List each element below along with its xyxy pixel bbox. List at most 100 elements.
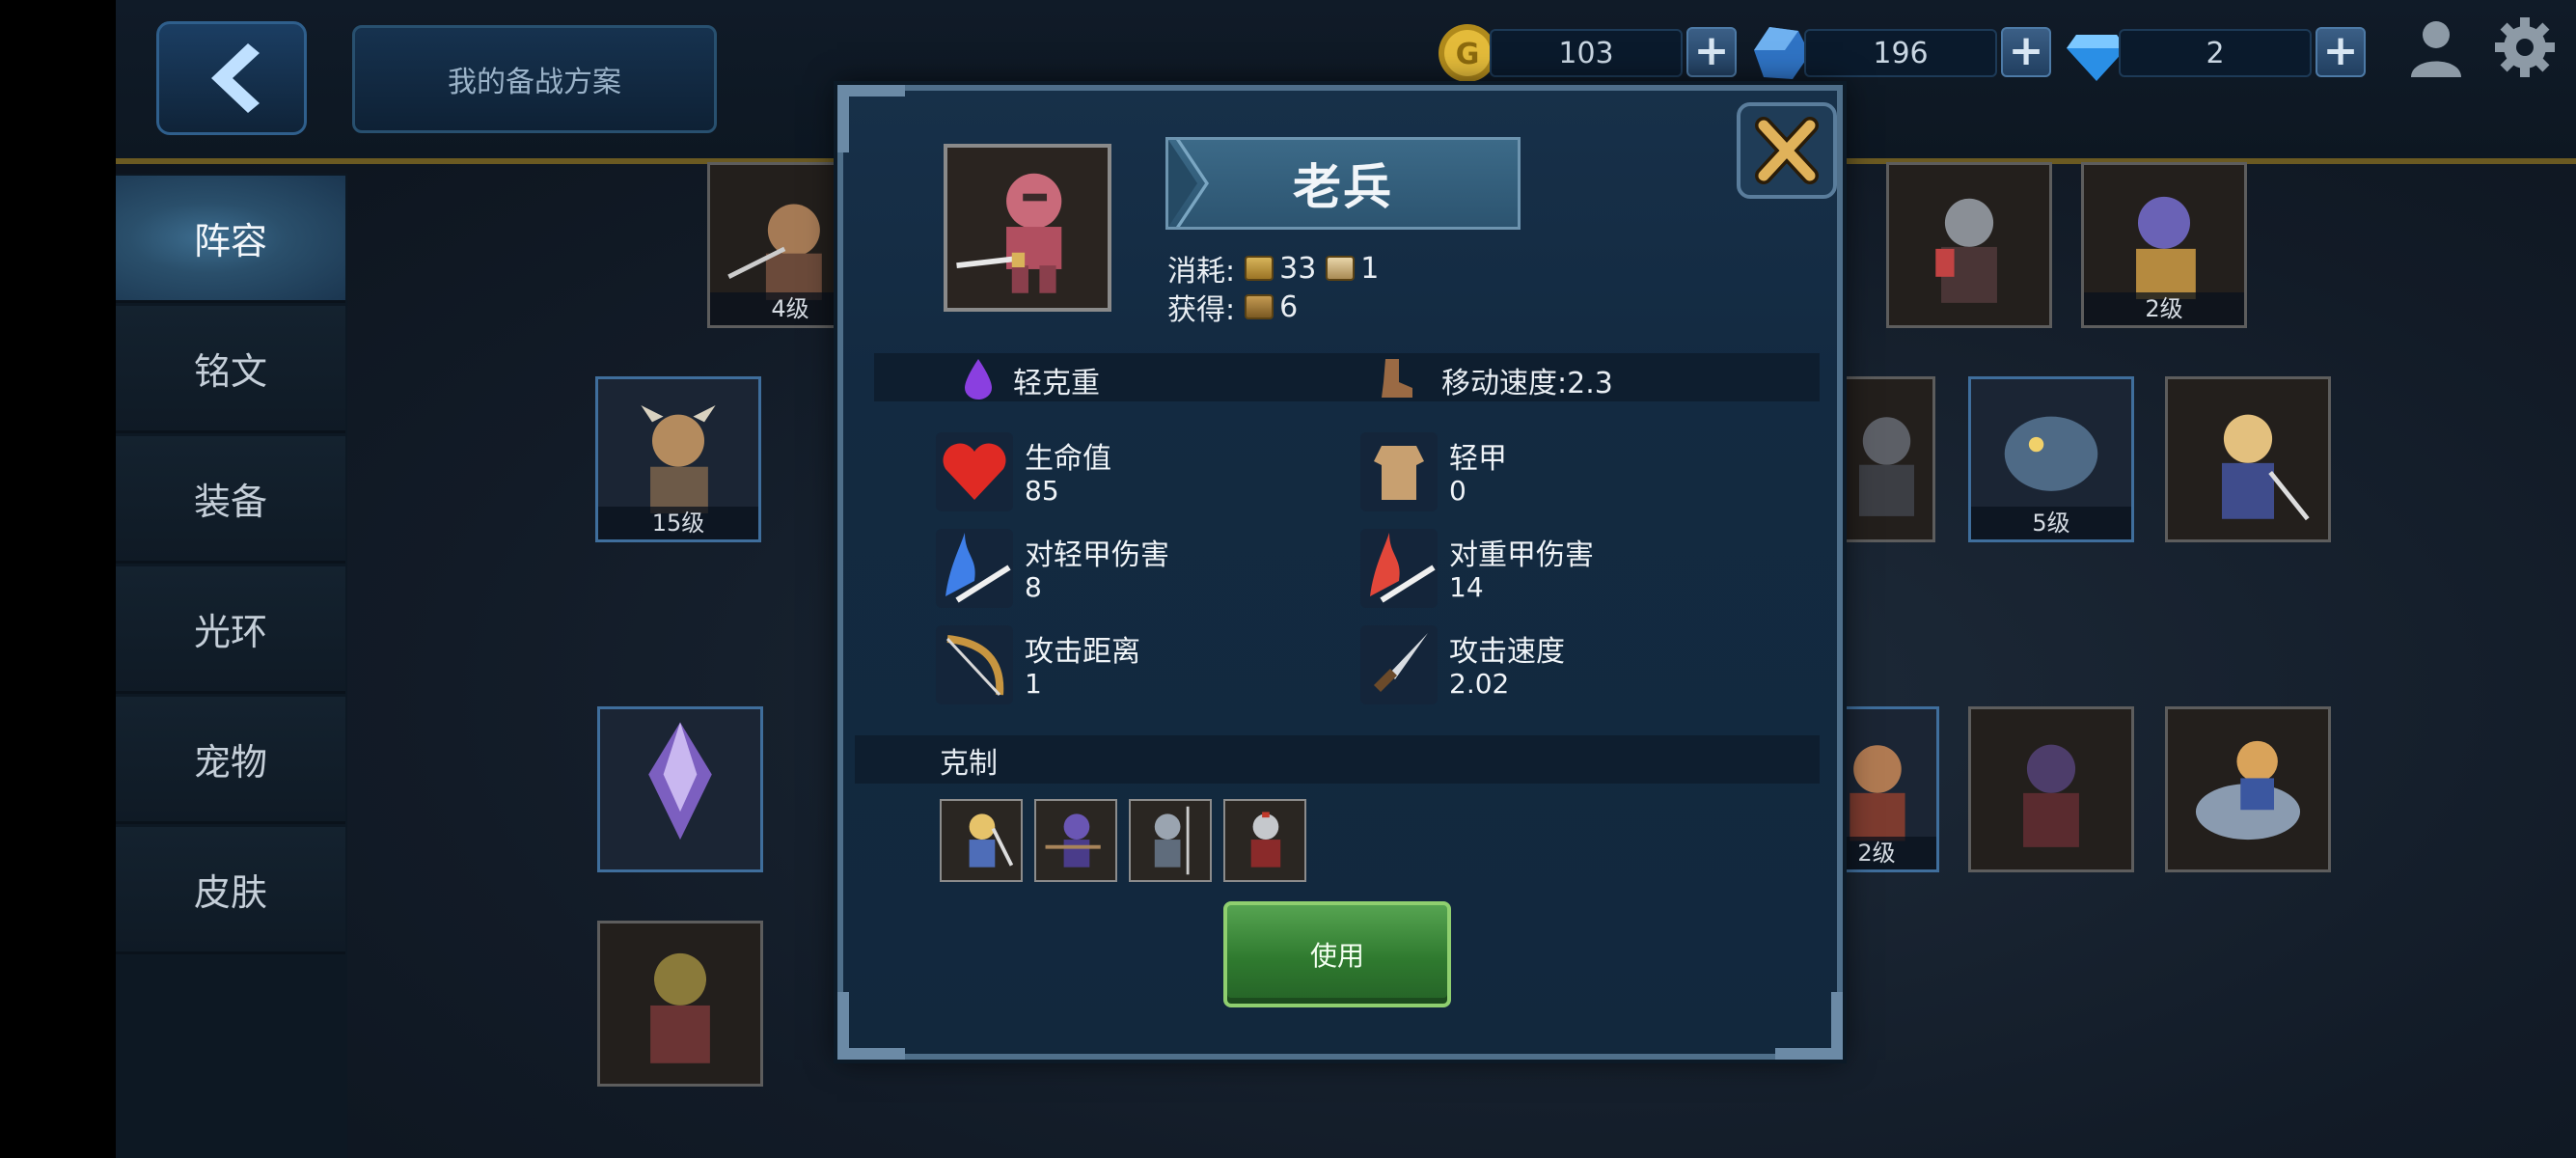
corner-ornament — [837, 85, 905, 152]
sidebar-item-label: 宠物 — [193, 741, 267, 784]
stat-value: 2.02 — [1449, 668, 1510, 700]
dagger-icon — [1360, 625, 1438, 704]
unit-portrait-icon — [2023, 744, 2079, 847]
stat-label: 对重甲伤害 — [1449, 538, 1594, 572]
stat-value: 8 — [1025, 571, 1042, 603]
use-button-label: 使用 — [1309, 940, 1364, 972]
light-armor-icon — [1360, 432, 1438, 511]
unit-card[interactable]: 15级 — [595, 376, 761, 542]
population-icon — [1326, 256, 1356, 281]
gold-resource: G 103 + — [1436, 21, 1737, 83]
spearman-icon — [1154, 806, 1190, 875]
boot-icon — [1382, 359, 1412, 398]
corner-ornament — [837, 992, 905, 1060]
close-icon[interactable] — [1735, 100, 1839, 201]
back-arrow-icon — [211, 43, 260, 113]
sidebar-item-pet[interactable]: 宠物 — [116, 697, 345, 824]
unit-card[interactable] — [597, 921, 763, 1087]
unit-card[interactable]: 2级 — [2081, 162, 2247, 328]
countered-unit[interactable] — [940, 799, 1023, 882]
unit-card[interactable] — [1886, 162, 2052, 328]
unit-portrait-icon — [1935, 198, 1997, 303]
stat-value: 85 — [1025, 475, 1059, 507]
stat-value: 0 — [1449, 475, 1466, 507]
sidebar-item-lineup[interactable]: 阵容 — [116, 176, 345, 303]
unit-portrait-icon — [648, 722, 712, 841]
unit-card[interactable] — [1968, 706, 2134, 872]
sidebar-item-label: 光环 — [193, 611, 267, 653]
unit-portrait-icon — [2221, 414, 2310, 521]
unit-level: 2级 — [2084, 292, 2244, 325]
gain-value: 6 — [1279, 290, 1299, 324]
sidebar-item-inscription[interactable]: 铭文 — [116, 306, 345, 433]
unit-portrait-icon — [650, 952, 710, 1063]
unit-level: 5级 — [1971, 507, 2131, 539]
stat-label: 对轻甲伤害 — [1025, 538, 1169, 572]
unit-card[interactable] — [597, 706, 763, 872]
crystal-resource: 196 + — [1750, 21, 2051, 83]
sidebar: 阵容 铭文 装备 光环 宠物 皮肤 — [116, 174, 347, 1158]
blonde-swordsman-icon — [969, 813, 1014, 868]
sidebar-item-label: 铭文 — [193, 350, 267, 393]
reward-icon — [1245, 294, 1274, 319]
sidebar-item-aura[interactable]: 光环 — [116, 566, 345, 694]
settings-gear-icon[interactable] — [2493, 15, 2557, 79]
back-button[interactable] — [156, 21, 307, 135]
plan-button-label: 我的备战方案 — [448, 66, 621, 99]
counter-stripe — [855, 735, 1820, 784]
stat-label: 攻击距离 — [1025, 635, 1140, 669]
stat-label: 攻击速度 — [1449, 635, 1565, 669]
gold-amount: 103 — [1490, 29, 1683, 77]
profile-icon[interactable] — [2407, 17, 2465, 79]
add-gold-button[interactable]: + — [1686, 27, 1737, 77]
unit-detail-modal: 老兵 消耗: 33 1 获得: 6 轻克重 移动速度:2.3 生命值 85 轻甲… — [837, 85, 1843, 1060]
use-button[interactable]: 使用 — [1223, 901, 1451, 1007]
diamond-resource: 2 + — [2065, 21, 2366, 83]
unit-card[interactable] — [2165, 376, 2331, 542]
move-speed-text: 移动速度:2.3 — [1441, 367, 1613, 400]
sidebar-item-equipment[interactable]: 装备 — [116, 436, 345, 564]
cost-row: 消耗: 33 1 — [1167, 247, 1379, 290]
veteran-knight-icon — [956, 173, 1062, 293]
my-battle-plan-button[interactable]: 我的备战方案 — [352, 25, 717, 133]
svg-text:G: G — [1456, 38, 1480, 71]
purple-crossbowman-icon — [1045, 813, 1101, 868]
add-diamond-button[interactable]: + — [2316, 27, 2366, 77]
cost-gold-value: 33 — [1279, 251, 1317, 286]
countered-unit[interactable] — [1223, 799, 1306, 882]
bow-icon — [936, 625, 1013, 704]
stat-label: 生命值 — [1025, 442, 1111, 476]
unit-portrait — [944, 144, 1111, 312]
crystal-amount: 196 — [1804, 29, 1997, 77]
unit-portrait-icon — [2195, 740, 2301, 841]
light-vs-heavy-icon — [965, 359, 992, 400]
letterbox-left — [0, 0, 116, 1158]
sidebar-item-label: 装备 — [193, 481, 267, 523]
stat-label: 轻甲 — [1449, 442, 1507, 476]
banner-arrow-icon — [1168, 140, 1209, 227]
countered-unit[interactable] — [1034, 799, 1117, 882]
unit-name: 老兵 — [1293, 159, 1393, 215]
stat-value: 14 — [1449, 571, 1484, 603]
cost-label: 消耗: — [1167, 255, 1236, 289]
unit-level: 15级 — [598, 507, 758, 539]
unit-card[interactable] — [2165, 706, 2331, 872]
counter-title: 克制 — [940, 747, 998, 781]
corner-ornament — [1775, 992, 1843, 1060]
heavy-armor-damage-icon — [1360, 529, 1438, 608]
unit-name-banner: 老兵 — [1165, 137, 1521, 230]
gold-icon — [1245, 256, 1274, 281]
heart-icon — [936, 432, 1013, 511]
unit-card[interactable]: 5级 — [1968, 376, 2134, 542]
sidebar-item-skin[interactable]: 皮肤 — [116, 827, 345, 954]
sidebar-item-label: 阵容 — [193, 220, 267, 262]
armored-knight-icon — [1250, 812, 1281, 868]
diamond-amount: 2 — [2119, 29, 2312, 77]
stat-value: 1 — [1025, 668, 1042, 700]
gain-row: 获得: 6 — [1167, 286, 1298, 328]
countered-unit[interactable] — [1129, 799, 1212, 882]
sidebar-item-label: 皮肤 — [193, 871, 267, 914]
gain-label: 获得: — [1167, 293, 1236, 327]
cost-pop-value: 1 — [1360, 251, 1380, 286]
add-crystal-button[interactable]: + — [2001, 27, 2051, 77]
